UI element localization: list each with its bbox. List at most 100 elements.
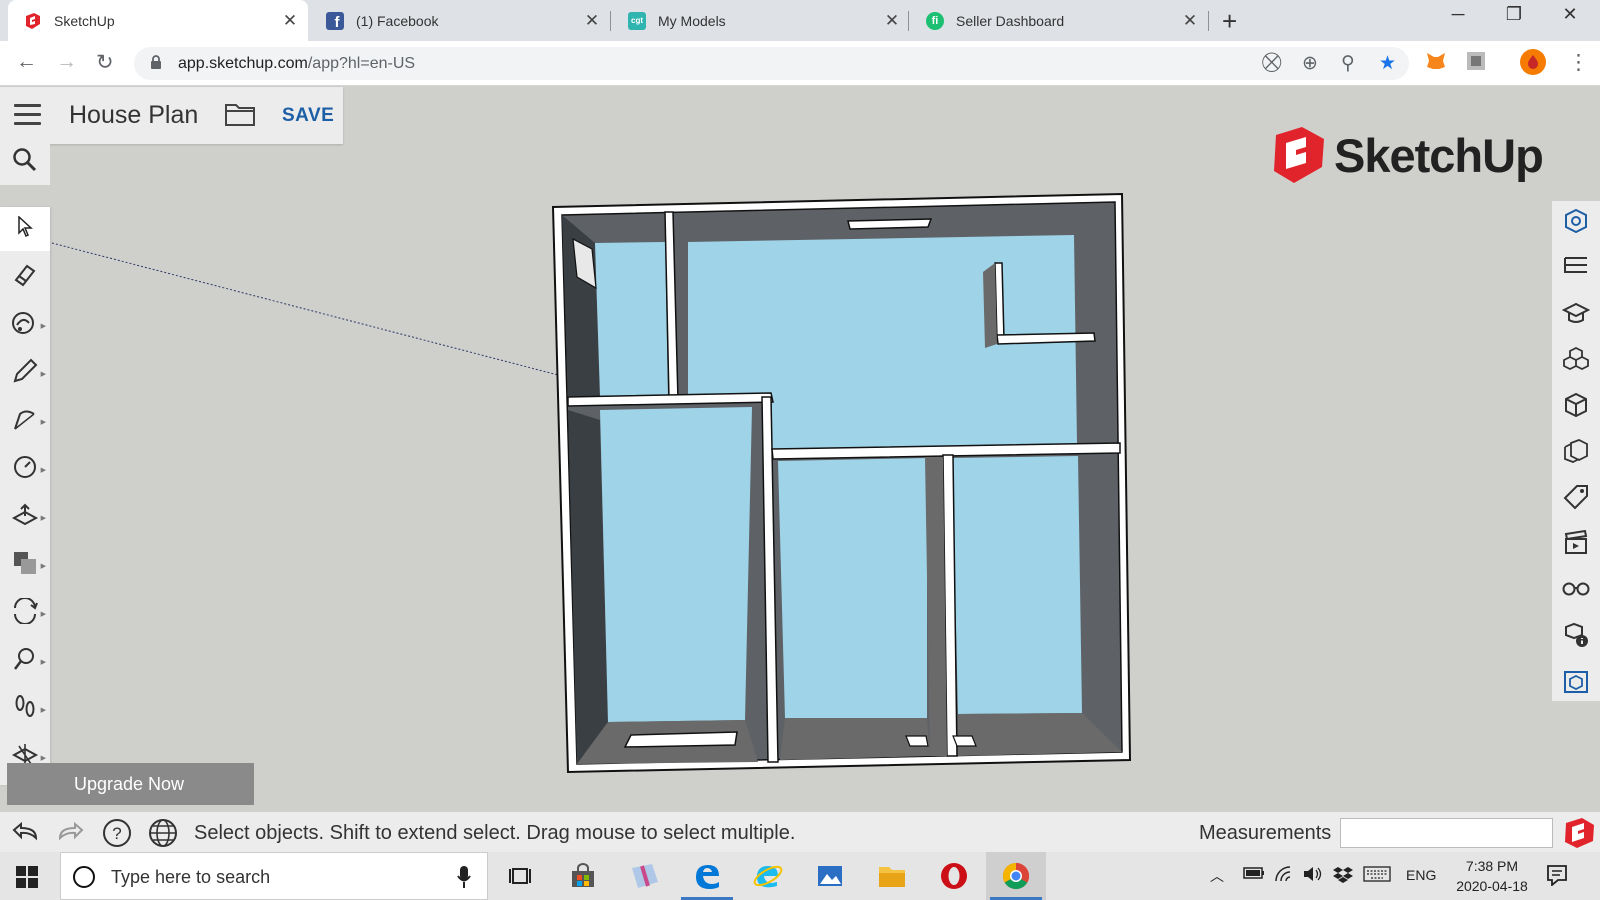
wifi-icon[interactable] [1274, 866, 1294, 885]
edge-browser-icon[interactable] [677, 852, 737, 900]
measurements-input[interactable] [1340, 818, 1553, 848]
action-center-icon[interactable] [1546, 864, 1568, 891]
window-opening [623, 731, 738, 748]
photos-app-icon[interactable] [800, 852, 860, 900]
clock-time: 7:38 PM [1465, 858, 1519, 874]
project-title[interactable]: House Plan [69, 101, 198, 130]
offset-tool[interactable]: ▶ [0, 543, 50, 587]
dropbox-icon[interactable] [1333, 866, 1353, 887]
status-bar: ? Select objects. Shift to extend select… [0, 811, 1600, 852]
orbit-icon [11, 596, 39, 629]
cursor-arrow-icon [17, 214, 33, 243]
microphone-icon[interactable] [457, 865, 471, 894]
battery-icon[interactable] [1243, 866, 1265, 883]
window-opening [905, 735, 929, 747]
opera-browser-icon[interactable] [924, 852, 984, 900]
scenes-panel[interactable] [1552, 523, 1600, 567]
clapperboard-icon [1563, 529, 1589, 561]
expand-caret-icon: ▶ [40, 323, 46, 330]
tags-panel[interactable] [1552, 477, 1600, 521]
arc-icon [12, 406, 38, 437]
window-opening [952, 735, 977, 747]
expand-caret-icon: ▶ [40, 515, 46, 522]
measurements-label: Measurements [1199, 822, 1332, 844]
floor-room-4 [778, 458, 927, 718]
floor-room-5 [952, 456, 1082, 714]
expand-caret-icon: ▶ [40, 563, 46, 570]
taskbar-clock[interactable]: 7:38 PM 2020-04-18 [1444, 856, 1540, 896]
expand-caret-icon: ▶ [40, 467, 46, 474]
search-button[interactable] [0, 140, 50, 185]
expand-caret-icon: ▶ [40, 371, 46, 378]
taskbar-search-box[interactable]: Type here to search [60, 852, 488, 900]
paint-app-icon[interactable] [615, 852, 675, 900]
globe-icon[interactable] [148, 818, 178, 853]
redo-icon[interactable] [56, 820, 86, 851]
tape-measure-icon [12, 454, 38, 485]
logo-wordmark: SketchUp [1334, 128, 1544, 182]
orbit-tool[interactable]: ▶ [0, 591, 50, 635]
internet-explorer-icon[interactable] [738, 852, 798, 900]
expand-caret-icon: ▶ [40, 611, 46, 618]
windows-start-icon[interactable] [16, 866, 38, 893]
materials-cube-icon [1563, 392, 1589, 423]
left-toolbar: ▶ ▶ ▶ ▶ ▶ ▶ ▶ ▶ ▶ ▶ [0, 207, 50, 785]
expand-caret-icon: ▶ [40, 419, 46, 426]
chrome-browser-icon[interactable] [986, 852, 1046, 900]
pencil-tool[interactable]: ▶ [0, 351, 50, 395]
eraser-tool[interactable] [0, 255, 50, 299]
cortana-icon [73, 866, 95, 888]
sketchup-status-logo-icon [1564, 817, 1596, 854]
outliner-icon [1563, 255, 1589, 284]
wall-face [983, 263, 997, 348]
arc-tool[interactable]: ▶ [0, 399, 50, 443]
task-view-icon[interactable] [490, 852, 550, 900]
paint-bucket-icon [11, 310, 39, 341]
model-info-icon [1563, 622, 1589, 653]
store-icon[interactable] [553, 852, 613, 900]
position-camera-tool[interactable]: ▶ [0, 639, 50, 683]
clock-date: 2020-04-18 [1456, 878, 1528, 894]
show-hidden-icons-icon[interactable]: ︿ [1210, 866, 1224, 886]
offset-icon [12, 550, 38, 581]
styles-icon [1563, 438, 1589, 469]
paint-tool[interactable]: ▶ [0, 303, 50, 347]
volume-icon[interactable] [1303, 866, 1323, 885]
instructor-panel[interactable] [1552, 293, 1600, 337]
display-panel[interactable] [1552, 569, 1600, 613]
search-placeholder: Type here to search [111, 867, 271, 887]
footprints-icon [12, 694, 38, 725]
export-panel[interactable] [1552, 661, 1600, 705]
outliner-panel[interactable] [1552, 247, 1600, 291]
upgrade-now-button[interactable]: Upgrade Now [7, 763, 254, 805]
push-pull-tool[interactable]: ▶ [0, 495, 50, 539]
eraser-icon [12, 262, 38, 293]
styles-panel[interactable] [1552, 431, 1600, 475]
walk-tool[interactable]: ▶ [0, 687, 50, 731]
graduation-cap-icon [1561, 301, 1591, 330]
expand-caret-icon: ▶ [40, 755, 46, 762]
status-hint-text: Select objects. Shift to extend select. … [194, 822, 796, 844]
entity-info-icon [1563, 208, 1589, 239]
entity-info-panel[interactable] [1552, 201, 1600, 245]
file-explorer-icon[interactable] [862, 852, 922, 900]
model-info-panel[interactable] [1552, 615, 1600, 659]
tape-measure-tool[interactable]: ▶ [0, 447, 50, 491]
undo-icon[interactable] [10, 820, 40, 851]
keyboard-icon[interactable] [1363, 866, 1391, 885]
inference-guide-line [51, 242, 559, 376]
components-panel[interactable] [1552, 339, 1600, 383]
language-indicator[interactable]: ENG [1406, 867, 1436, 883]
select-tool[interactable] [0, 207, 50, 251]
sketchup-logo: SketchUp [1272, 127, 1544, 183]
help-icon[interactable]: ? [102, 818, 132, 853]
windows-taskbar: Type here to search ︿ ENG 7:38 PM 2020-0… [0, 852, 1600, 900]
push-pull-icon [11, 502, 39, 533]
hamburger-menu-icon[interactable] [14, 104, 41, 126]
expand-caret-icon: ▶ [40, 659, 46, 666]
pencil-icon [12, 358, 38, 389]
save-button[interactable]: SAVE [282, 105, 334, 127]
open-folder-icon[interactable] [224, 101, 256, 132]
materials-panel[interactable] [1552, 385, 1600, 429]
position-camera-icon [12, 646, 38, 677]
